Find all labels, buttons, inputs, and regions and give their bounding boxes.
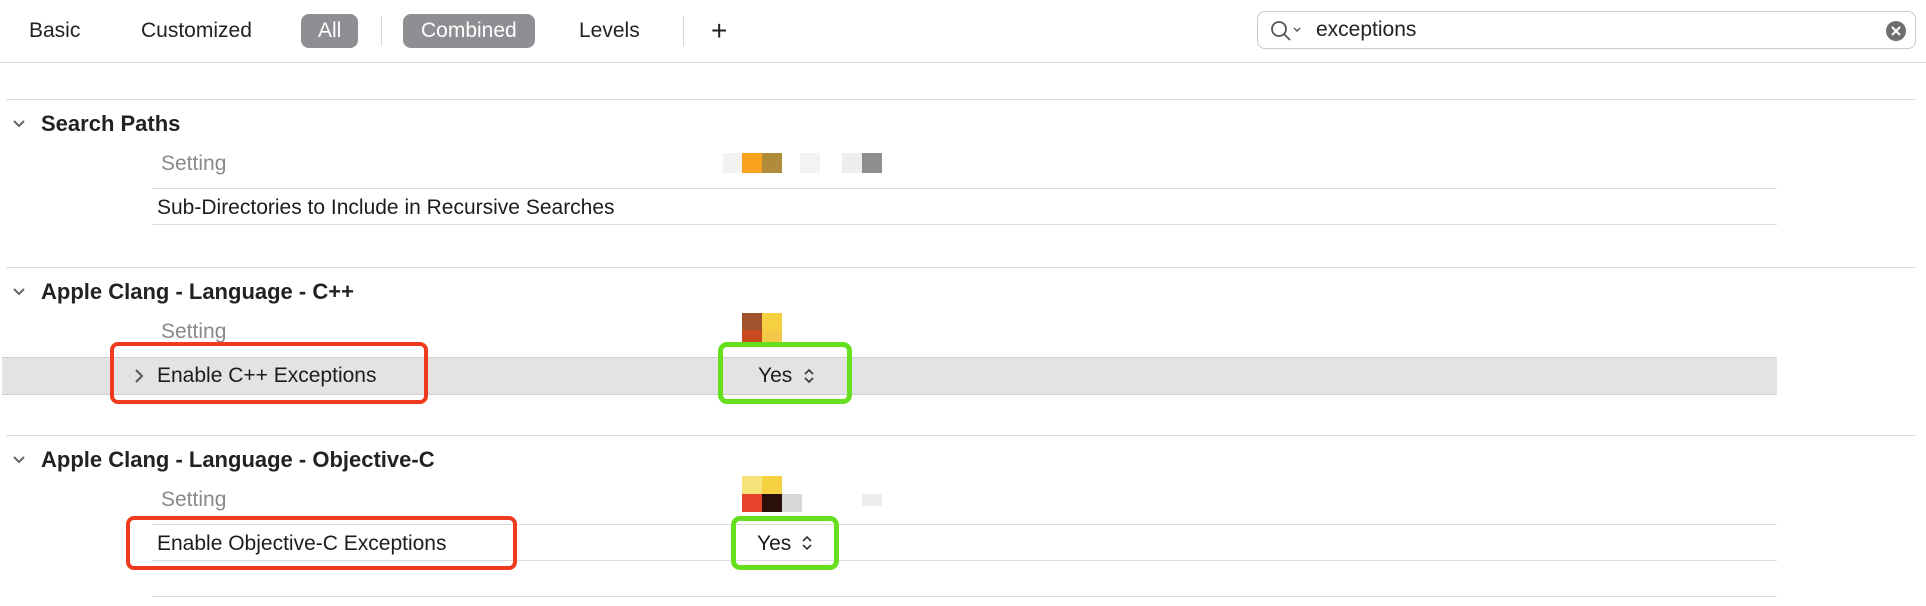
magnifier-icon[interactable] — [1270, 20, 1304, 42]
section-title: Apple Clang - Language - C++ — [41, 279, 354, 304]
clear-icon[interactable] — [1885, 20, 1907, 42]
setting-column-header: Setting — [161, 320, 227, 343]
search-field[interactable]: exceptions — [1257, 11, 1916, 49]
tab-customized[interactable]: Customized — [141, 14, 252, 48]
highlight-box-value — [718, 342, 852, 404]
search-input[interactable]: exceptions — [1316, 12, 1416, 48]
chevron-down-icon[interactable] — [12, 285, 26, 299]
setting-column-header: Setting — [161, 152, 227, 175]
section-divider — [6, 99, 1916, 100]
toolbar-divider — [683, 16, 684, 46]
add-setting-button[interactable]: + — [711, 14, 727, 48]
section-title: Search Paths — [41, 111, 181, 136]
section-divider — [6, 267, 1916, 268]
tab-combined[interactable]: Combined — [403, 14, 535, 48]
tab-levels[interactable]: Levels — [579, 14, 640, 48]
section-title: Apple Clang - Language - Objective-C — [41, 447, 435, 472]
highlight-box-setting — [126, 516, 517, 570]
toolbar-divider-line — [0, 62, 1926, 63]
highlight-box-setting — [110, 342, 428, 404]
tab-basic[interactable]: Basic — [29, 14, 80, 48]
section-divider — [6, 435, 1916, 436]
toolbar-divider — [381, 16, 382, 46]
chevron-down-icon[interactable] — [12, 117, 26, 131]
setting-column-header: Setting — [161, 488, 227, 511]
tab-all[interactable]: All — [301, 14, 359, 48]
highlight-box-value — [731, 516, 839, 570]
setting-name[interactable]: Sub-Directories to Include in Recursive … — [157, 196, 615, 220]
chevron-down-icon[interactable] — [12, 453, 26, 467]
